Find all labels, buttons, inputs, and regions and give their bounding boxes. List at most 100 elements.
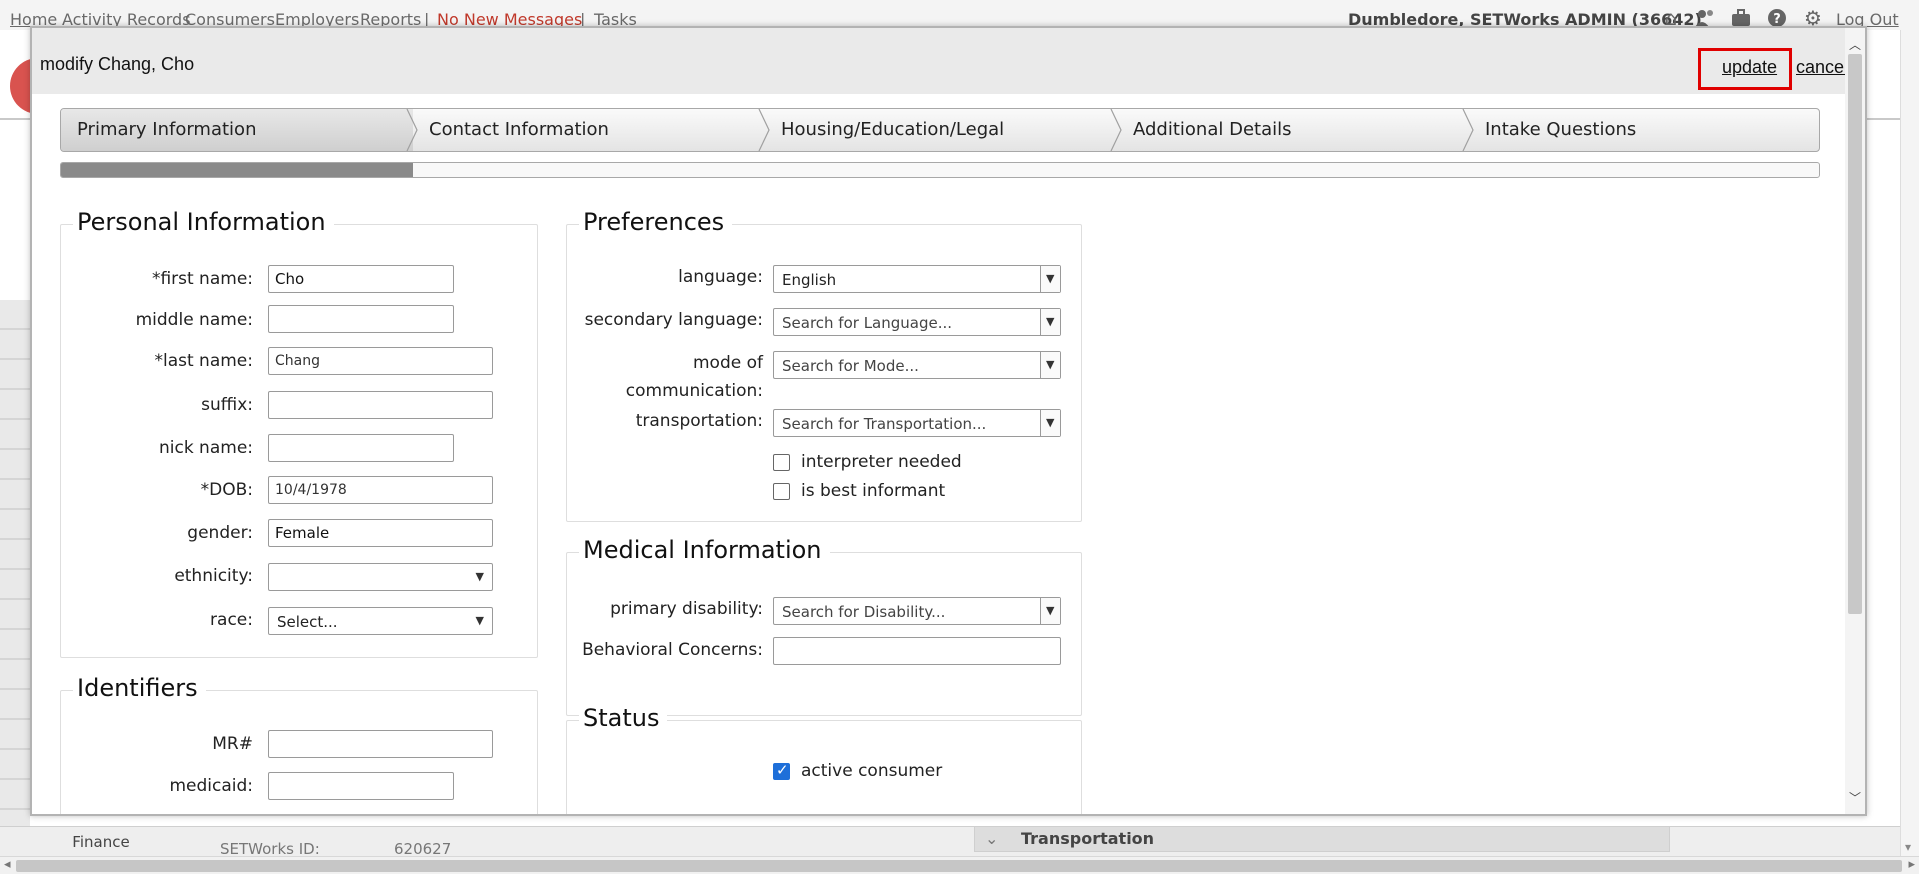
chevron-up-icon[interactable]: ︿ [1849, 36, 1861, 53]
secondary-language-combobox[interactable]: Search for Language... ▼ [773, 308, 1061, 336]
medicaid-input[interactable] [268, 772, 454, 800]
secondary-language-placeholder: Search for Language... [782, 314, 953, 332]
suffix-input[interactable] [268, 391, 493, 419]
scrollbar-thumb[interactable] [1848, 54, 1862, 614]
race-select[interactable]: Select... ▼ [268, 607, 493, 635]
briefcase-icon[interactable] [1730, 8, 1752, 28]
chevron-down-icon[interactable]: ▾ [1905, 840, 1911, 854]
ethnicity-select[interactable]: ▼ [268, 563, 493, 591]
active-consumer-label[interactable]: active consumer [801, 761, 942, 781]
transportation-combobox[interactable]: Search for Transportation... ▼ [773, 409, 1061, 437]
dialog-scrollbar[interactable]: ︿ ﹀ [1845, 28, 1865, 814]
preferences-section: Preferences language: English ▼ secondar… [566, 208, 1082, 522]
caret-down-icon: ▼ [1046, 416, 1055, 429]
mr-number-label: MR# [212, 734, 253, 754]
last-name-input[interactable] [268, 347, 493, 375]
chevron-left-icon[interactable]: ◂ [4, 857, 11, 872]
caret-down-icon: ▼ [1046, 604, 1055, 617]
step-separator [406, 109, 418, 151]
dropdown-button[interactable]: ▼ [1040, 266, 1060, 292]
dropdown-button[interactable]: ▼ [1040, 598, 1060, 624]
caret-down-icon: ▼ [1046, 315, 1055, 328]
step-separator [758, 109, 770, 151]
dropdown-button[interactable]: ▼ [1040, 352, 1060, 378]
step-contact-information[interactable]: Contact Information [413, 109, 765, 151]
middle-name-label: middle name: [135, 310, 253, 330]
update-button[interactable]: update [1722, 57, 1777, 78]
first-name-label: *first name: [151, 269, 253, 289]
ethnicity-label: ethnicity: [174, 566, 253, 586]
wizard-progress-bar [60, 162, 1820, 178]
mode-of-communication-label-continued: communication: [625, 381, 763, 401]
best-informant-label[interactable]: is best informant [801, 481, 945, 501]
race-label: race: [210, 610, 253, 630]
section-title: Medical Information [579, 536, 830, 564]
mode-of-communication-combobox[interactable]: Search for Mode... ▼ [773, 351, 1061, 379]
step-additional-details[interactable]: Additional Details [1117, 109, 1469, 151]
caret-down-icon: ▼ [1046, 358, 1055, 371]
mr-number-input[interactable] [268, 730, 493, 758]
step-separator [1110, 109, 1122, 151]
language-label: language: [678, 267, 763, 287]
home-icon[interactable]: ⌂ [1660, 8, 1682, 28]
personal-information-section: Personal Information *first name: middle… [60, 208, 538, 658]
middle-name-input[interactable] [268, 305, 454, 333]
identifiers-section: Identifiers MR# medicaid: [60, 674, 538, 814]
interpreter-needed-label[interactable]: interpreter needed [801, 452, 962, 472]
dob-label: *DOB: [200, 480, 253, 500]
transportation-panel-header[interactable]: ⌄ Transportation [974, 826, 1670, 852]
primary-disability-label: primary disability: [610, 599, 763, 619]
step-primary-information[interactable]: Primary Information [61, 109, 413, 151]
chevron-down-icon: ⌄ [985, 829, 999, 848]
step-separator [1462, 109, 1474, 151]
section-title: Status [579, 704, 668, 732]
language-combobox[interactable]: English ▼ [773, 265, 1061, 293]
dropdown-button[interactable]: ▼ [1040, 410, 1060, 436]
transportation-label: transportation: [635, 411, 763, 431]
users-icon[interactable] [1694, 8, 1716, 28]
gender-input[interactable] [268, 519, 493, 547]
behavioral-concerns-input[interactable] [773, 637, 1061, 665]
mode-of-communication-label: mode of [692, 353, 763, 373]
finance-tab[interactable]: Finance [30, 830, 172, 854]
suffix-label: suffix: [201, 395, 253, 415]
transportation-placeholder: Search for Transportation... [782, 415, 987, 433]
gear-icon[interactable]: ⚙ [1802, 8, 1824, 28]
last-name-label: *last name: [154, 351, 253, 371]
nick-name-label: nick name: [158, 438, 253, 458]
step-housing-education-legal[interactable]: Housing/Education/Legal [765, 109, 1117, 151]
primary-disability-placeholder: Search for Disability... [782, 603, 946, 621]
chevron-right-icon[interactable]: ▸ [1908, 857, 1915, 872]
transportation-panel-title: Transportation [1021, 829, 1155, 848]
wizard-steps: Primary Information Contact Information … [60, 108, 1820, 152]
dialog-header: modify Chang, Cho update cancel [32, 28, 1865, 94]
primary-disability-combobox[interactable]: Search for Disability... ▼ [773, 597, 1061, 625]
caret-down-icon: ▼ [1046, 272, 1055, 285]
help-icon[interactable]: ? [1766, 8, 1788, 28]
dob-input[interactable] [268, 476, 493, 504]
page-horizontal-scrollbar[interactable]: ◂ ▸ [0, 856, 1919, 874]
medicaid-label: medicaid: [169, 776, 253, 796]
status-section: Status active consumer [566, 704, 1082, 814]
first-name-input[interactable] [268, 265, 454, 293]
chevron-down-icon[interactable]: ﹀ [1849, 789, 1861, 806]
race-value: Select... [277, 613, 338, 631]
gender-label: gender: [187, 523, 253, 543]
dropdown-button[interactable]: ▼ [1040, 309, 1060, 335]
section-title: Personal Information [73, 208, 334, 236]
interpreter-needed-checkbox[interactable] [773, 454, 790, 471]
best-informant-checkbox[interactable] [773, 483, 790, 500]
step-intake-questions[interactable]: Intake Questions [1469, 109, 1819, 151]
behavioral-concerns-label: Behavioral Concerns: [582, 640, 763, 660]
cancel-button[interactable]: cancel [1796, 57, 1848, 78]
active-consumer-checkbox[interactable] [773, 761, 790, 780]
svg-text:?: ? [1773, 12, 1781, 27]
caret-down-icon: ▼ [475, 570, 484, 583]
caret-down-icon: ▼ [475, 614, 484, 627]
page-vertical-scrollbar[interactable]: ▾ [1900, 30, 1919, 856]
scrollbar-thumb[interactable] [16, 860, 1902, 872]
medical-information-section: Medical Information primary disability: … [566, 536, 1082, 716]
nick-name-input[interactable] [268, 434, 454, 462]
progress-fill [61, 163, 413, 177]
section-title: Identifiers [73, 674, 206, 702]
